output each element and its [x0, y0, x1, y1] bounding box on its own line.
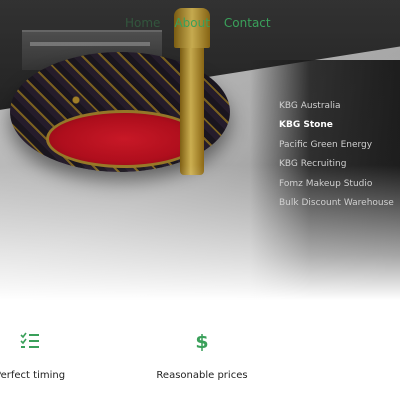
dollar-icon: $: [195, 331, 208, 352]
menu-item-fomz-makeup-studio[interactable]: Fomz Makeup Studio: [279, 178, 400, 197]
brands-menu: KBG Australia KBG Stone Pacific Green En…: [279, 100, 400, 216]
nav-contact-link[interactable]: Contact: [224, 16, 271, 30]
feature-reasonable-prices: $ Reasonable prices: [132, 330, 272, 381]
feature-perfect-timing: Perfect timing: [0, 330, 100, 381]
feature-label: Reasonable prices: [156, 370, 248, 381]
menu-item-kbg-stone[interactable]: KBG Stone: [279, 119, 400, 138]
menu-item-kbg-australia[interactable]: KBG Australia: [279, 100, 400, 119]
features-section: Perfect timing $ Reasonable prices: [0, 330, 400, 400]
nav-home-link[interactable]: Home: [125, 16, 160, 30]
checklist-icon: [20, 332, 39, 348]
feature-label: Perfect timing: [0, 370, 66, 381]
menu-item-pacific-green-energy[interactable]: Pacific Green Energy: [279, 139, 400, 158]
nav-about-link[interactable]: About: [174, 16, 209, 30]
top-navigation: Home About Contact: [125, 16, 285, 30]
svg-text:$: $: [195, 331, 208, 352]
menu-item-bulk-discount-warehouse[interactable]: Bulk Discount Warehouse: [279, 197, 400, 216]
menu-item-kbg-recruiting[interactable]: KBG Recruiting: [279, 158, 400, 177]
